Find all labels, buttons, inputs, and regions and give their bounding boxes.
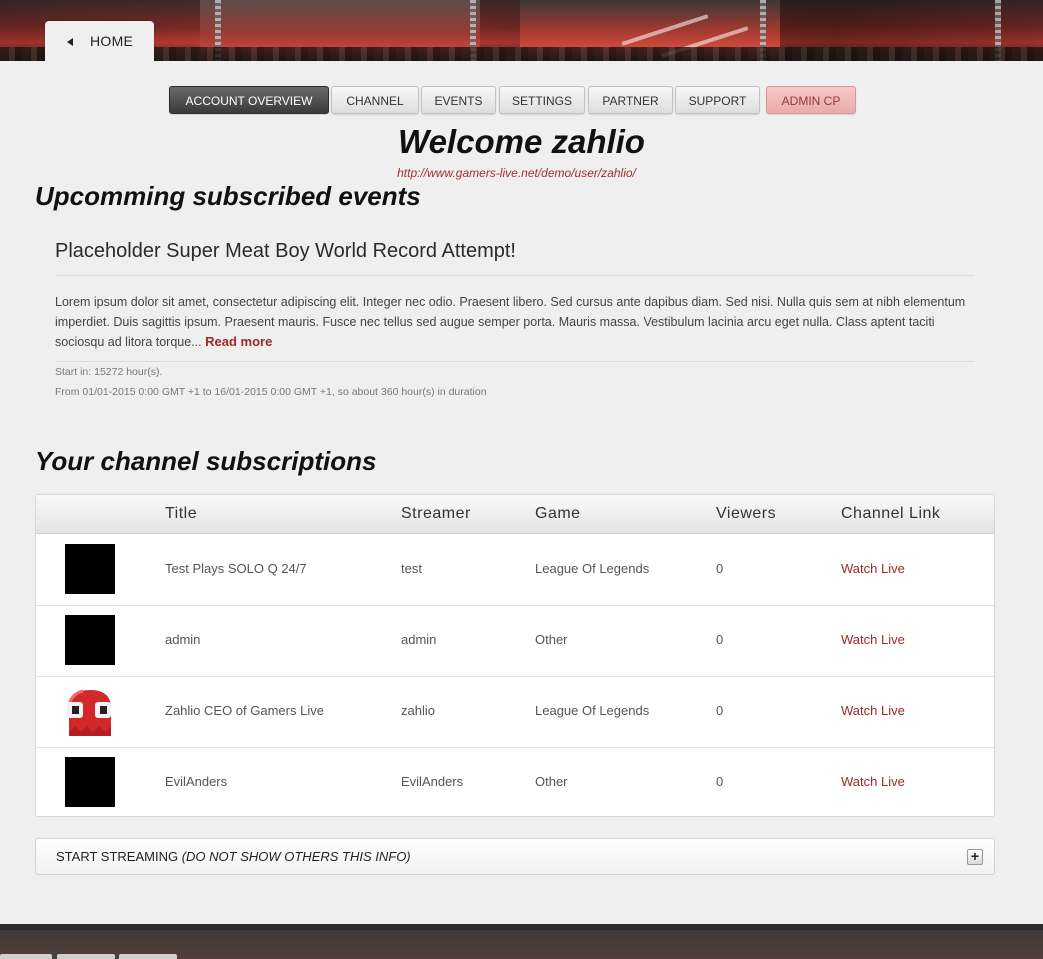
footer-tab[interactable] bbox=[0, 954, 52, 959]
cell-viewers: 0 bbox=[716, 774, 724, 789]
cell-game: League Of Legends bbox=[535, 703, 650, 718]
event-description: Lorem ipsum dolor sit amet, consectetur … bbox=[55, 292, 980, 352]
start-streaming-note: (DO NOT SHOW OTHERS THIS INFO) bbox=[181, 849, 411, 864]
cell-streamer: zahlio bbox=[401, 703, 435, 718]
subscriptions-heading: Your channel subscriptions bbox=[35, 446, 377, 476]
watch-live-link[interactable]: Watch Live bbox=[841, 703, 905, 718]
red-ghost-avatar-icon[interactable] bbox=[65, 686, 115, 736]
cell-viewers: 0 bbox=[716, 703, 724, 718]
event-duration: From 01/01-2015 0:00 GMT +1 to 16/01-201… bbox=[55, 386, 487, 398]
profile-url-link[interactable]: http://www.gamers-live.net/demo/user/zah… bbox=[0, 166, 1033, 180]
footer-tab[interactable] bbox=[119, 954, 177, 959]
column-header-channel-link: Channel Link bbox=[841, 505, 941, 522]
table-row: Zahlio CEO of Gamers Live zahlio League … bbox=[36, 676, 994, 748]
table-header: Title Streamer Game Viewers Channel Link bbox=[36, 495, 994, 534]
table-row: admin admin Other 0 Watch Live bbox=[36, 605, 994, 677]
subscriptions-table: Title Streamer Game Viewers Channel Link… bbox=[35, 494, 995, 817]
footer-tab[interactable] bbox=[57, 954, 115, 959]
cell-streamer: test bbox=[401, 561, 422, 576]
footer-bar bbox=[0, 924, 1043, 959]
cell-title: Test Plays SOLO Q 24/7 bbox=[165, 561, 307, 576]
nav-settings[interactable]: SETTINGS bbox=[499, 86, 585, 114]
cell-viewers: 0 bbox=[716, 632, 724, 647]
watch-live-link[interactable]: Watch Live bbox=[841, 774, 905, 789]
channel-thumbnail[interactable] bbox=[65, 757, 115, 807]
cell-viewers: 0 bbox=[716, 561, 724, 576]
nav-support[interactable]: SUPPORT bbox=[675, 86, 760, 114]
event-title[interactable]: Placeholder Super Meat Boy World Record … bbox=[55, 240, 516, 263]
header-banner: HOME bbox=[0, 0, 1043, 61]
column-header-game: Game bbox=[535, 505, 581, 522]
column-header-streamer: Streamer bbox=[401, 505, 471, 522]
cell-title: admin bbox=[165, 632, 201, 647]
cell-game: Other bbox=[535, 632, 568, 647]
cell-title: EvilAnders bbox=[165, 774, 228, 789]
divider bbox=[55, 275, 974, 276]
nav-channel[interactable]: CHANNEL bbox=[331, 86, 419, 114]
cell-streamer: EvilAnders bbox=[401, 774, 464, 789]
cell-game: League Of Legends bbox=[535, 561, 650, 576]
nav-partner[interactable]: PARTNER bbox=[588, 86, 673, 114]
start-streaming-panel[interactable]: START STREAMING (DO NOT SHOW OTHERS THIS… bbox=[35, 838, 995, 875]
cell-title: Zahlio CEO of Gamers Live bbox=[165, 703, 324, 718]
expand-plus-icon[interactable]: + bbox=[967, 849, 983, 865]
watch-live-link[interactable]: Watch Live bbox=[841, 561, 905, 576]
watch-live-link[interactable]: Watch Live bbox=[841, 632, 905, 647]
channel-thumbnail[interactable] bbox=[65, 544, 115, 594]
column-header-viewers: Viewers bbox=[716, 505, 777, 522]
nav-admin-cp[interactable]: ADMIN CP bbox=[766, 86, 856, 114]
divider bbox=[55, 361, 974, 362]
nav-events[interactable]: EVENTS bbox=[421, 86, 496, 114]
back-arrow-icon bbox=[67, 38, 73, 46]
page-title: Welcome zahlio bbox=[398, 123, 645, 160]
cell-game: Other bbox=[535, 774, 568, 789]
table-row: EvilAnders EvilAnders Other 0 Watch Live bbox=[36, 747, 994, 816]
column-header-title: Title bbox=[165, 505, 198, 522]
event-description-text: Lorem ipsum dolor sit amet, consectetur … bbox=[55, 295, 966, 349]
table-row: Test Plays SOLO Q 24/7 test League Of Le… bbox=[36, 534, 994, 606]
start-streaming-label: START STREAMING (DO NOT SHOW OTHERS THIS… bbox=[56, 849, 411, 864]
banner-crowd bbox=[0, 47, 1043, 61]
start-streaming-title: START STREAMING bbox=[56, 849, 179, 864]
read-more-link[interactable]: Read more bbox=[205, 334, 272, 349]
cell-streamer: admin bbox=[401, 632, 437, 647]
channel-thumbnail[interactable] bbox=[65, 615, 115, 665]
event-start-in: Start in: 15272 hour(s). bbox=[55, 366, 163, 378]
home-label: HOME bbox=[90, 33, 134, 49]
home-button[interactable]: HOME bbox=[45, 21, 154, 61]
events-heading: Upcomming subscribed events bbox=[35, 181, 421, 211]
nav-account-overview[interactable]: ACCOUNT OVERVIEW bbox=[169, 86, 329, 114]
